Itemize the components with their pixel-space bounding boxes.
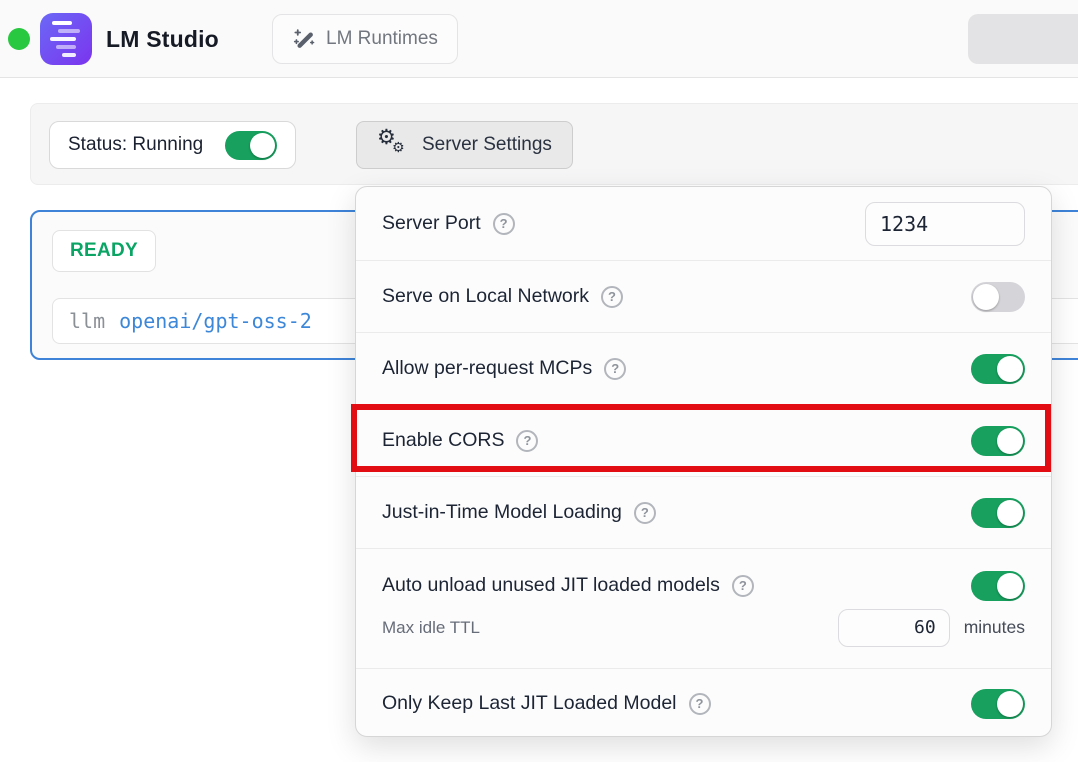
setting-label: Serve on Local Network [382,285,589,308]
auto-unload-toggle[interactable] [971,571,1025,601]
max-idle-ttl-input[interactable] [838,609,950,647]
setting-row-per-request-mcps: Allow per-request MCPs ? [356,333,1051,405]
command-prefix: llm [69,309,105,333]
ready-status-badge: READY [52,230,156,272]
server-status-label: Status: Running [68,134,203,156]
app-title: LM Studio [106,0,219,78]
ttl-unit-label: minutes [964,617,1025,638]
server-settings-panel: Server Port ? Serve on Local Network ? A… [355,186,1052,737]
setting-row-keep-last-jit: Only Keep Last JIT Loaded Model ? [356,669,1051,737]
setting-label: Allow per-request MCPs [382,357,592,380]
server-status-bar: Status: Running ⚙⚙ Server Settings [30,103,1078,185]
max-idle-ttl-label: Max idle TTL [382,618,480,638]
help-icon[interactable]: ? [732,575,754,597]
setting-label: Just-in-Time Model Loading [382,501,622,524]
server-status-toggle[interactable] [225,131,277,160]
help-icon[interactable]: ? [516,430,538,452]
per-request-mcps-toggle[interactable] [971,354,1025,384]
setting-row-jit-loading: Just-in-Time Model Loading ? [356,477,1051,549]
help-icon[interactable]: ? [601,286,623,308]
setting-label: Auto unload unused JIT loaded models [382,574,720,597]
gears-icon: ⚙⚙ [377,130,409,160]
setting-label: Enable CORS [382,429,504,452]
server-settings-button-label: Server Settings [422,134,552,156]
help-icon[interactable]: ? [604,358,626,380]
keep-last-jit-toggle[interactable] [971,689,1025,719]
window-action-button[interactable] [968,14,1078,64]
lm-studio-logo-icon [40,13,92,65]
local-network-toggle[interactable] [971,282,1025,312]
enable-cors-toggle[interactable] [971,426,1025,456]
window-traffic-light-green[interactable] [8,28,30,50]
setting-label: Only Keep Last JIT Loaded Model [382,692,677,715]
lm-runtimes-button[interactable]: LM Runtimes [272,14,458,64]
help-icon[interactable]: ? [689,693,711,715]
server-port-input[interactable] [865,202,1025,246]
magic-wand-icon [292,28,315,51]
jit-loading-toggle[interactable] [971,498,1025,528]
setting-row-enable-cors: Enable CORS ? [356,405,1051,477]
title-bar: LM Studio LM Runtimes [0,0,1078,78]
server-settings-button[interactable]: ⚙⚙ Server Settings [356,121,573,169]
model-identifier: openai/gpt-oss-2 [119,309,312,333]
setting-row-auto-unload: Auto unload unused JIT loaded models ? M… [356,549,1051,669]
lm-runtimes-button-label: LM Runtimes [326,28,438,50]
setting-label: Server Port [382,212,481,235]
help-icon[interactable]: ? [493,213,515,235]
help-icon[interactable]: ? [634,502,656,524]
setting-row-server-port: Server Port ? [356,187,1051,261]
setting-row-local-network: Serve on Local Network ? [356,261,1051,333]
server-status-pill: Status: Running [49,121,296,169]
